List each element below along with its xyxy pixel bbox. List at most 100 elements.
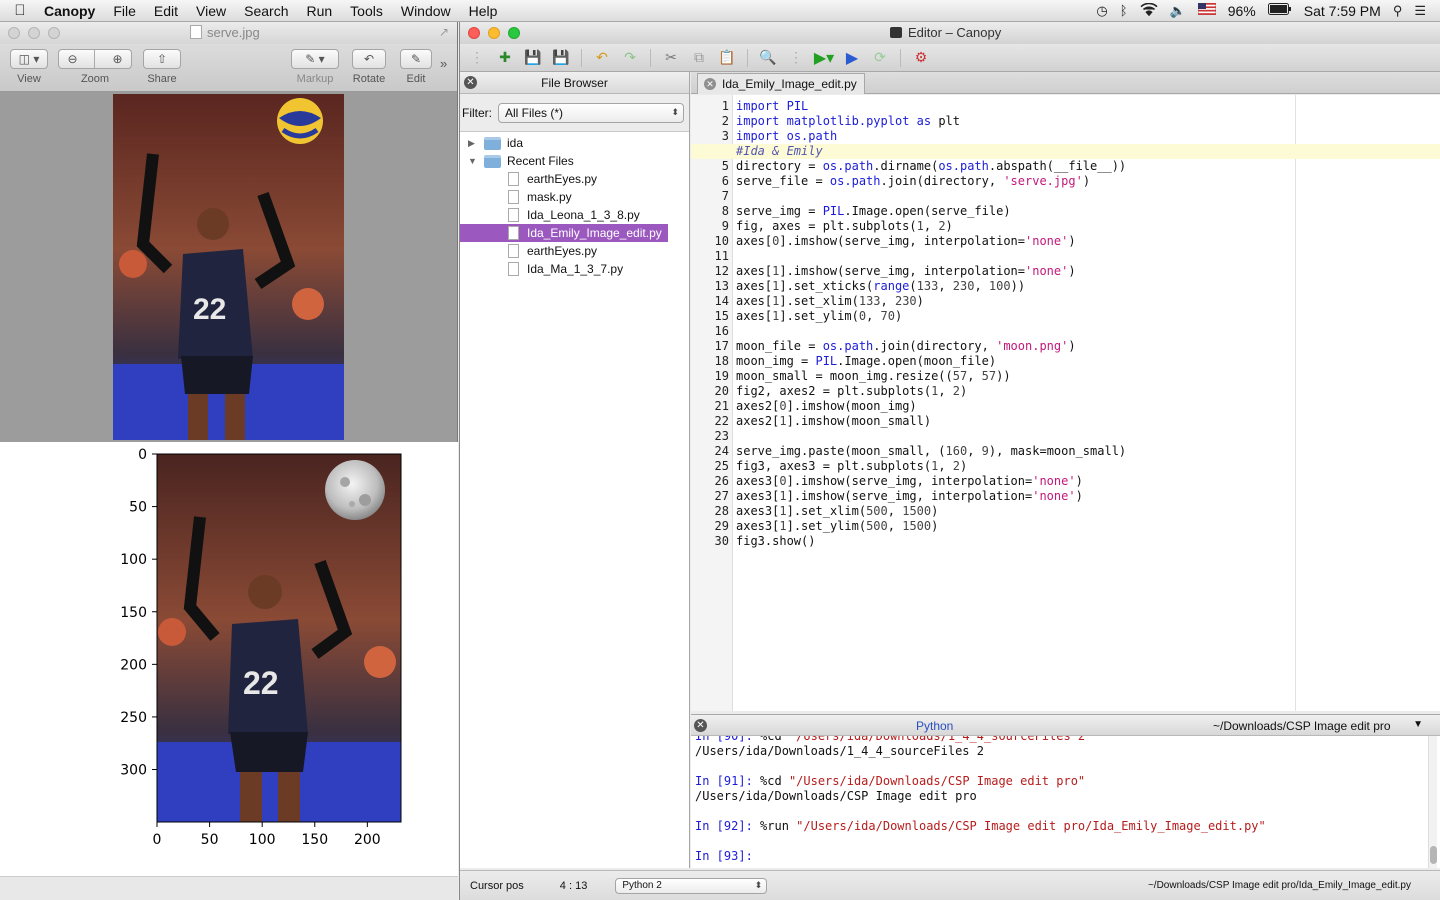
- code-line[interactable]: import PIL: [736, 99, 808, 113]
- shell-line: In [92]: %run "/Users/ida/Downloads/CSP …: [695, 819, 1266, 833]
- close-window-button[interactable]: [8, 27, 20, 39]
- code-editor[interactable]: 1234567891011121314151617181920212223242…: [691, 95, 1440, 711]
- bluetooth-icon[interactable]: ᛒ: [1120, 3, 1128, 18]
- code-line[interactable]: fig2, axes2 = plt.subplots(1, 2): [736, 384, 967, 398]
- code-line[interactable]: import os.path: [736, 129, 837, 143]
- recent-file-item[interactable]: mask.py: [460, 188, 689, 206]
- python-shell[interactable]: In [90]: %cd "/Users/ida/Downloads/1_4_4…: [691, 736, 1440, 868]
- code-line[interactable]: axes3[1].set_ylim(500, 1500): [736, 519, 938, 533]
- recent-file-item[interactable]: Ida_Emily_Image_edit.py: [460, 224, 668, 242]
- share-button[interactable]: ⇧: [143, 49, 181, 69]
- battery-icon[interactable]: [1267, 3, 1292, 18]
- notification-center-icon[interactable]: ☰: [1414, 3, 1426, 19]
- fullscreen-icon[interactable]: ↗: [439, 25, 449, 39]
- save-all-icon[interactable]: 💾: [550, 48, 572, 68]
- code-line[interactable]: moon_img = PIL.Image.open(moon_file): [736, 354, 996, 368]
- package-manager-icon[interactable]: ⚙: [910, 48, 932, 68]
- code-line[interactable]: moon_file = os.path.join(directory, 'moo…: [736, 339, 1076, 353]
- code-line[interactable]: serve_img = PIL.Image.open(serve_file): [736, 204, 1011, 218]
- menu-search[interactable]: Search: [235, 3, 297, 19]
- menu-tools[interactable]: Tools: [341, 3, 392, 19]
- code-line[interactable]: fig, axes = plt.subplots(1, 2): [736, 219, 953, 233]
- menu-view[interactable]: View: [187, 3, 235, 19]
- close-shell-icon[interactable]: ✕: [694, 719, 707, 732]
- code-line[interactable]: axes[1].set_ylim(0, 70): [736, 309, 902, 323]
- menu-edit[interactable]: Edit: [145, 3, 187, 19]
- code-line[interactable]: axes3[0].imshow(serve_img, interpolation…: [736, 474, 1083, 488]
- code-line[interactable]: serve_img.paste(moon_small, (160, 9), ma…: [736, 444, 1126, 458]
- zoom-window-button[interactable]: [508, 27, 520, 39]
- run-selection-icon[interactable]: ▶: [841, 48, 863, 68]
- restart-kernel-icon[interactable]: ⟳: [869, 48, 891, 68]
- working-dir-dropdown-icon[interactable]: ▼: [1413, 719, 1423, 730]
- menu-run[interactable]: Run: [297, 3, 341, 19]
- code-line[interactable]: serve_file = os.path.join(directory, 'se…: [736, 174, 1090, 188]
- edit-button[interactable]: ✎: [400, 49, 432, 69]
- undo-icon[interactable]: ↶: [591, 48, 613, 68]
- close-tab-icon[interactable]: ✕: [704, 78, 716, 90]
- apple-menu-icon[interactable]: : [0, 2, 40, 19]
- close-panel-icon[interactable]: ✕: [464, 76, 477, 89]
- code-line[interactable]: directory = os.path.dirname(os.path.absp…: [736, 159, 1126, 173]
- rotate-button[interactable]: ↶: [352, 49, 386, 69]
- menu-window[interactable]: Window: [392, 3, 460, 19]
- code-line[interactable]: axes[1].set_xlim(133, 230): [736, 294, 924, 308]
- view-button[interactable]: ◫ ▾: [10, 49, 48, 69]
- shell-title[interactable]: Python: [916, 719, 953, 733]
- code-line[interactable]: fig3.show(): [736, 534, 815, 548]
- menu-app[interactable]: Canopy: [40, 3, 104, 19]
- interpreter-select[interactable]: Python 2: [615, 877, 768, 894]
- close-window-button[interactable]: [468, 27, 480, 39]
- save-icon[interactable]: 💾: [522, 48, 544, 68]
- find-icon[interactable]: 🔍: [757, 48, 779, 68]
- tree-folder-ida[interactable]: ▶ ida: [460, 134, 689, 152]
- menu-help[interactable]: Help: [460, 3, 507, 19]
- shell-scrollbar[interactable]: [1428, 736, 1437, 868]
- expand-arrow-icon[interactable]: ▶: [468, 138, 478, 149]
- minimize-window-button[interactable]: [28, 27, 40, 39]
- tree-folder-recent-files[interactable]: ▼ Recent Files: [460, 152, 689, 170]
- new-file-icon[interactable]: ✚: [494, 48, 516, 68]
- code-line[interactable]: axes2[1].imshow(moon_small): [736, 414, 931, 428]
- spotlight-search-icon[interactable]: ⚲: [1393, 3, 1403, 19]
- recent-file-item[interactable]: Ida_Ma_1_3_7.py: [460, 260, 689, 278]
- menu-file[interactable]: File: [104, 3, 145, 19]
- copy-icon[interactable]: ⧉: [688, 48, 710, 68]
- flag-icon[interactable]: [1197, 2, 1217, 18]
- tab-ida-emily-image-edit[interactable]: ✕ Ida_Emily_Image_edit.py: [697, 73, 865, 94]
- paste-icon[interactable]: 📋: [716, 48, 738, 68]
- file-icon: [508, 208, 519, 222]
- volume-icon[interactable]: 🔈: [1170, 3, 1186, 19]
- wifi-icon[interactable]: [1139, 2, 1158, 19]
- shell-working-dir[interactable]: ~/Downloads/CSP Image edit pro: [1213, 719, 1391, 733]
- run-file-icon[interactable]: ▶▾: [813, 48, 835, 68]
- code-line[interactable]: fig3, axes3 = plt.subplots(1, 2): [736, 459, 967, 473]
- recent-file-item[interactable]: earthEyes.py: [460, 242, 689, 260]
- zoom-out-icon[interactable]: ⊖: [67, 52, 77, 66]
- code-line[interactable]: axes2[0].imshow(moon_img): [736, 399, 917, 413]
- recent-file-label: Ida_Ma_1_3_7.py: [527, 262, 624, 276]
- code-line[interactable]: axes3[1].set_xlim(500, 1500): [736, 504, 938, 518]
- scrollbar-thumb[interactable]: [1430, 846, 1437, 864]
- recent-file-item[interactable]: earthEyes.py: [460, 170, 689, 188]
- code-line[interactable]: axes[1].imshow(serve_img, interpolation=…: [736, 264, 1076, 278]
- recent-file-item[interactable]: Ida_Leona_1_3_8.py: [460, 206, 689, 224]
- code-line[interactable]: #Ida & Emily: [736, 144, 823, 158]
- minimize-window-button[interactable]: [488, 27, 500, 39]
- cut-icon[interactable]: ✂: [660, 48, 682, 68]
- filter-select[interactable]: All Files (*): [498, 102, 684, 123]
- x-tick-label: 50: [201, 832, 219, 848]
- collapse-arrow-icon[interactable]: ▼: [468, 156, 478, 166]
- markup-button[interactable]: ✎ ▾: [291, 49, 339, 69]
- code-line[interactable]: axes3[1].imshow(serve_img, interpolation…: [736, 489, 1083, 503]
- redo-icon[interactable]: ↷: [619, 48, 641, 68]
- zoom-in-icon[interactable]: ⊕: [112, 52, 122, 66]
- code-line[interactable]: axes[1].set_xticks(range(133, 230, 100)): [736, 279, 1025, 293]
- toolbar-overflow-icon[interactable]: »: [440, 56, 447, 71]
- zoom-window-button[interactable]: [48, 27, 60, 39]
- code-line[interactable]: axes[0].imshow(serve_img, interpolation=…: [736, 234, 1076, 248]
- code-line[interactable]: import matplotlib.pyplot as plt: [736, 114, 960, 128]
- code-line[interactable]: moon_small = moon_img.resize((57, 57)): [736, 369, 1011, 383]
- time-machine-icon[interactable]: ◷: [1096, 3, 1107, 19]
- clock[interactable]: Sat 7:59 PM: [1304, 3, 1381, 19]
